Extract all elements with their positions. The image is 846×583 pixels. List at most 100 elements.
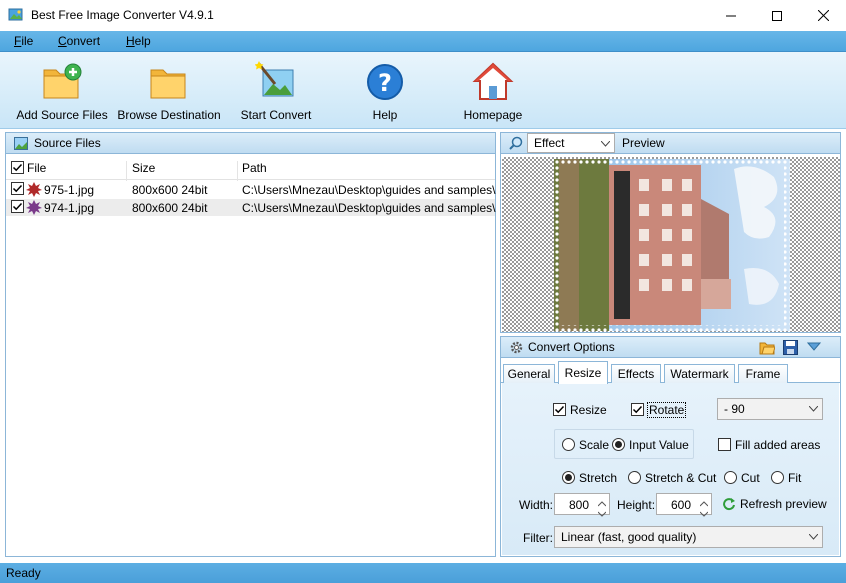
start-convert-label: Start Convert xyxy=(240,108,312,122)
table-row[interactable]: 974-1.jpg 800x600 24bit C:\Users\Mnezau\… xyxy=(6,199,495,216)
file-name: 974-1.jpg xyxy=(44,201,95,215)
select-all-checkbox[interactable] xyxy=(11,161,24,174)
rotate-angle-value: - 90 xyxy=(724,402,745,416)
add-source-files-button[interactable]: Add Source Files xyxy=(16,54,108,126)
height-input[interactable]: 600 xyxy=(656,493,712,517)
menu-help[interactable]: Help xyxy=(126,34,151,48)
menu-bar: File Convert Help xyxy=(0,31,846,52)
maximize-button[interactable] xyxy=(754,0,800,31)
title-bar: Best Free Image Converter V4.9.1 xyxy=(0,0,846,31)
menu-convert-accel: C xyxy=(58,34,67,48)
rotate-label: Rotate xyxy=(647,402,687,418)
file-path: C:\Users\Mnezau\Desktop\guides and sampl… xyxy=(242,201,496,215)
home-icon xyxy=(472,60,514,104)
stretch-cut-radio[interactable] xyxy=(628,471,641,484)
file-size: 800x600 24bit xyxy=(132,183,208,197)
row-checkbox[interactable] xyxy=(11,182,24,195)
rotate-angle-select[interactable]: - 90 xyxy=(717,398,823,420)
cut-label: Cut xyxy=(741,471,760,485)
preview-mode-value: Effect xyxy=(534,136,565,150)
magnifier-icon xyxy=(509,136,523,150)
column-size[interactable]: Size xyxy=(132,161,155,175)
file-size: 800x600 24bit xyxy=(132,201,208,215)
stretch-radio[interactable] xyxy=(562,471,575,484)
menu-help-label: elp xyxy=(134,34,151,48)
chevron-down-icon xyxy=(596,134,614,154)
refresh-preview-button[interactable]: Refresh preview xyxy=(722,497,827,511)
svg-text:?: ? xyxy=(378,69,392,97)
refresh-icon xyxy=(722,497,736,511)
source-files-title: Source Files xyxy=(34,136,101,150)
column-path[interactable]: Path xyxy=(242,161,267,175)
toolbar: Add Source Files Browse Destination Star… xyxy=(0,52,846,129)
convert-options-header: Convert Options xyxy=(500,336,841,358)
menu-file[interactable]: File xyxy=(14,34,33,48)
folder-add-icon xyxy=(41,60,83,104)
menu-file-label: ile xyxy=(21,34,34,48)
filter-label: Filter: xyxy=(523,531,553,545)
fill-added-areas-label: Fill added areas xyxy=(735,438,821,452)
cut-radio[interactable] xyxy=(724,471,737,484)
row-checkbox[interactable] xyxy=(11,200,24,213)
file-name: 975-1.jpg xyxy=(44,183,95,197)
preview-image xyxy=(548,153,796,337)
fill-added-areas-checkbox[interactable] xyxy=(718,438,731,451)
scale-radio[interactable] xyxy=(562,438,575,451)
help-button[interactable]: ? Help xyxy=(360,54,410,126)
start-convert-button[interactable]: Start Convert xyxy=(238,54,314,126)
minimize-button[interactable] xyxy=(708,0,754,31)
tab-frame[interactable]: Frame xyxy=(738,364,788,383)
preview-label: Preview xyxy=(622,136,665,150)
fit-label: Fit xyxy=(788,471,802,485)
tab-general[interactable]: General xyxy=(503,364,555,383)
scale-label: Scale xyxy=(579,438,610,452)
app-icon xyxy=(8,7,24,23)
browse-destination-label: Browse Destination xyxy=(117,108,221,122)
stretch-label: Stretch xyxy=(579,471,618,485)
input-value-label: Input Value xyxy=(629,438,689,452)
preview-mode-select[interactable]: Effect xyxy=(527,133,615,153)
tab-resize[interactable]: Resize xyxy=(558,361,608,384)
image-file-icon xyxy=(25,181,43,200)
tab-watermark[interactable]: Watermark xyxy=(664,364,735,383)
spinner-down-icon[interactable] xyxy=(699,506,709,520)
refresh-preview-label: Refresh preview xyxy=(740,497,827,511)
file-path: C:\Users\Mnezau\Desktop\guides and sampl… xyxy=(242,183,496,197)
column-file[interactable]: File xyxy=(27,161,46,175)
column-divider[interactable] xyxy=(126,161,127,181)
close-button[interactable] xyxy=(800,0,846,31)
filter-value: Linear (fast, good quality) xyxy=(561,530,697,544)
folder-icon xyxy=(148,60,190,104)
width-input[interactable]: 800 xyxy=(554,493,610,517)
menu-convert-label: onvert xyxy=(66,34,101,48)
rotate-checkbox[interactable] xyxy=(631,403,644,416)
convert-options-title: Convert Options xyxy=(528,340,615,354)
height-label: Height: xyxy=(617,498,656,512)
open-folder-icon[interactable] xyxy=(759,340,775,355)
spinner-down-icon[interactable] xyxy=(597,506,607,520)
picture-icon xyxy=(14,136,28,150)
save-icon[interactable] xyxy=(783,340,798,355)
collapse-icon[interactable] xyxy=(807,342,821,352)
table-row[interactable]: 975-1.jpg 800x600 24bit C:\Users\Mnezau\… xyxy=(6,181,495,198)
input-value-radio[interactable] xyxy=(612,438,625,451)
resize-label: Resize xyxy=(570,403,607,417)
homepage-button[interactable]: Homepage xyxy=(462,54,524,126)
tab-effects[interactable]: Effects xyxy=(611,364,661,383)
resize-checkbox[interactable] xyxy=(553,403,566,416)
resize-tab-content: Resize Rotate - 90 Scale Input Value Fil… xyxy=(502,383,839,555)
stretch-cut-label: Stretch & Cut xyxy=(645,471,717,485)
menu-convert[interactable]: Convert xyxy=(58,34,100,48)
width-value: 800 xyxy=(568,498,589,512)
fit-radio[interactable] xyxy=(771,471,784,484)
status-bar: Ready xyxy=(0,563,846,583)
column-divider[interactable] xyxy=(237,161,238,181)
add-source-files-label: Add Source Files xyxy=(16,108,108,122)
help-icon: ? xyxy=(364,60,406,104)
source-files-panel: Source Files File Size Path 975-1.jpg 80… xyxy=(5,132,496,557)
preview-panel: Effect Preview xyxy=(500,132,841,337)
filter-select[interactable]: Linear (fast, good quality) xyxy=(554,526,823,548)
browse-destination-button[interactable]: Browse Destination xyxy=(117,54,221,126)
column-header: File Size Path xyxy=(6,156,495,181)
window-title: Best Free Image Converter V4.9.1 xyxy=(31,8,214,22)
